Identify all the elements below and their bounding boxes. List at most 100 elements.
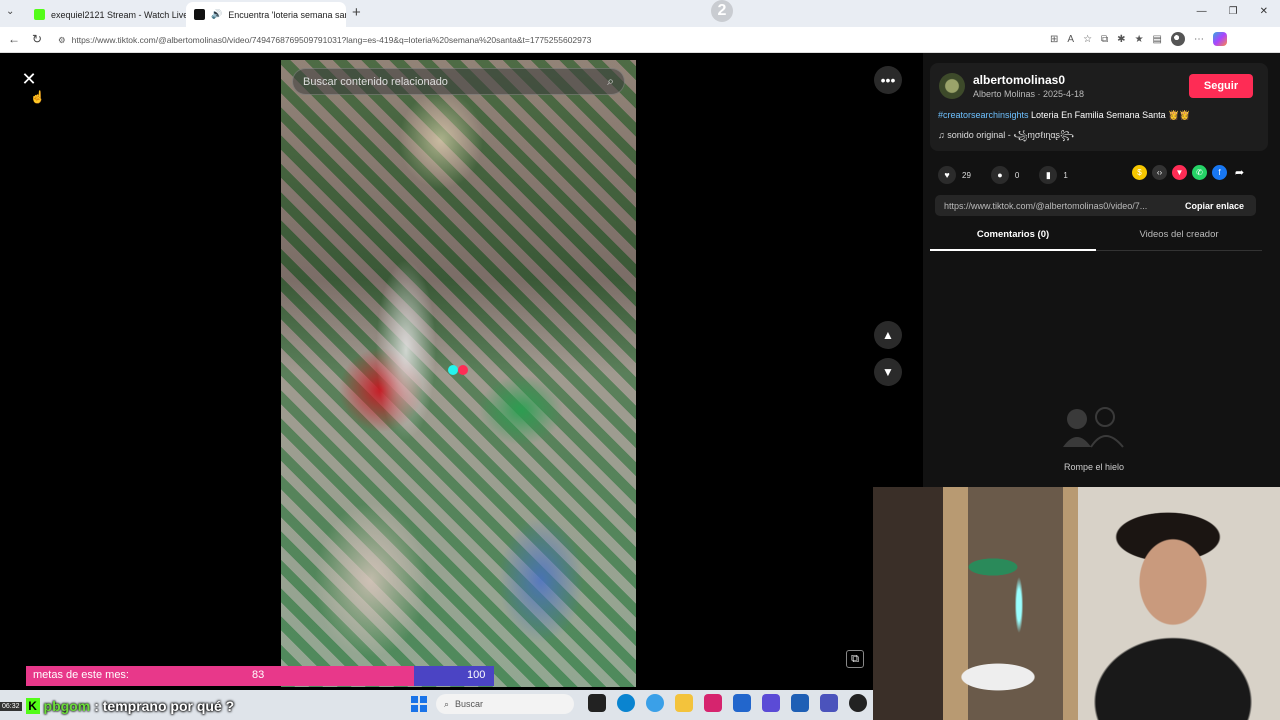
tab-comments[interactable]: Comentarios (0) <box>930 229 1096 251</box>
sound-prefix: sonido original - <box>947 130 1014 140</box>
remote-desktop-icon[interactable] <box>791 694 809 712</box>
picture-in-picture-icon[interactable]: ⧉ <box>846 650 864 668</box>
creator-avatar[interactable] <box>939 73 965 99</box>
new-tab-button[interactable]: + <box>352 4 361 21</box>
like-count: 29 <box>962 170 971 180</box>
send-to-friend-icon[interactable]: ▼ <box>1172 165 1187 180</box>
comment-count: 0 <box>1014 170 1020 180</box>
settings-more-icon[interactable]: ⋯ <box>1194 34 1204 45</box>
collections-icon[interactable]: ▤ <box>1153 34 1162 45</box>
post-date: 2025-4-18 <box>1043 89 1085 99</box>
chat-username: pbgom <box>43 698 91 714</box>
extensions-icon[interactable]: ✱ <box>1117 34 1125 45</box>
goal-current: 83 <box>252 669 265 681</box>
search-placeholder: Buscar contenido relacionado <box>303 75 448 88</box>
tab-tiktok[interactable]: 🔊 Encuentra 'loteria semana sant ✕ <box>186 2 346 27</box>
site-info-icon[interactable]: ⚙ <box>58 35 66 46</box>
kick-favicon-icon <box>34 9 45 20</box>
search-icon[interactable]: ⌕ <box>607 74 614 89</box>
obs-icon[interactable] <box>849 694 867 712</box>
goal-label: metas de este mes: <box>33 669 129 681</box>
copy-link-button[interactable]: Copiar enlace <box>1185 201 1256 211</box>
profile-avatar[interactable] <box>1170 32 1185 46</box>
mouse-pointer-icon: ☝ <box>30 90 45 104</box>
engagement-actions: ♥ 29 ● 0 ▮ 1 <box>938 166 1082 184</box>
sound-line[interactable]: ♫ sonido original - ꧁ɱσℓιɳαʂ꧂ <box>938 129 1074 147</box>
streamer-webcam <box>873 487 1280 720</box>
coin-gift-icon[interactable]: $ <box>1132 165 1147 180</box>
previous-video-button[interactable]: ▲ <box>874 321 902 349</box>
subline-separator: · <box>1035 89 1044 99</box>
translate-icon[interactable]: A <box>1067 34 1074 45</box>
back-arrow-icon[interactable]: ← <box>8 32 20 46</box>
kick-logo-icon: K <box>25 698 40 714</box>
speaker-icon[interactable]: 🔊 <box>211 9 222 20</box>
creator-display-name: Alberto Molinas <box>973 89 1036 99</box>
save-count: 1 <box>1063 170 1068 180</box>
embed-code-icon[interactable]: ‹› <box>1152 165 1167 180</box>
copilot-app-icon[interactable] <box>762 694 780 712</box>
loading-dot-cyan <box>448 365 458 375</box>
caption-text: Loteria En Familia Semana Santa 👸👸 <box>1028 110 1191 120</box>
taskbar-pinned-apps <box>588 694 867 712</box>
app-install-icon[interactable]: ⊞ <box>1050 34 1058 45</box>
goal-max: 100 <box>467 669 486 681</box>
creator-subline: Alberto Molinas · 2025-4-18 <box>973 89 1084 99</box>
share-row: $ ‹› ▼ ✆ f ➦ <box>1132 165 1247 180</box>
url-field[interactable]: ⚙ https://www.tiktok.com/@albertomolinas… <box>52 31 1038 49</box>
chat-message: : temprano por qué ? <box>94 698 235 714</box>
teams-icon[interactable] <box>820 694 838 712</box>
chat-overlay: 06:32 K pbgom : temprano por qué ? <box>0 693 234 719</box>
file-explorer-icon[interactable] <box>675 694 693 712</box>
follow-button[interactable]: Seguir <box>1189 74 1253 98</box>
copilot-icon[interactable] <box>1212 32 1227 46</box>
comment-bubble-icon[interactable]: ● <box>990 166 1009 184</box>
hashtag-link[interactable]: #creatorsearchinsights <box>938 110 1029 120</box>
loading-dot-red <box>458 365 468 375</box>
search-icon: ⌕ <box>444 698 450 709</box>
related-search-input[interactable]: Buscar contenido relacionado ⌕ <box>292 68 625 95</box>
tab-title: exequiel2121 Stream - Watch Live <box>51 9 186 20</box>
creator-username[interactable]: albertomolinas0 <box>973 73 1065 87</box>
video-link-text[interactable]: https://www.tiktok.com/@albertomolinas0/… <box>935 201 1170 211</box>
bookmark-icon[interactable]: ▮ <box>1039 166 1058 184</box>
next-video-button[interactable]: ▼ <box>874 358 902 386</box>
tab-actions-menu-icon[interactable]: ⌄ <box>6 6 14 17</box>
window-controls: — ❐ ✕ <box>1197 6 1268 17</box>
taskbar-search-placeholder: Buscar <box>455 699 484 709</box>
like-heart-icon[interactable]: ♥ <box>938 166 956 184</box>
instagram-icon[interactable] <box>704 694 722 712</box>
close-window-icon[interactable]: ✕ <box>1260 6 1268 17</box>
edge-dev-icon[interactable] <box>646 694 664 712</box>
tab-creator-videos[interactable]: Videos del creador <box>1096 229 1262 251</box>
music-note-icon: ♫ <box>938 130 945 140</box>
restore-icon[interactable]: ❐ <box>1229 6 1238 17</box>
close-video-button[interactable]: ✕ <box>20 70 38 88</box>
window-number-badge: 2 <box>711 0 733 22</box>
url-text: https://www.tiktok.com/@albertomolinas0/… <box>71 35 592 45</box>
copy-link-row: https://www.tiktok.com/@albertomolinas0/… <box>935 195 1256 216</box>
store-icon[interactable] <box>733 694 751 712</box>
windows-start-icon[interactable] <box>411 696 427 712</box>
minimize-icon[interactable]: — <box>1197 6 1207 17</box>
task-view-icon[interactable] <box>588 694 606 712</box>
empty-comments-text: Rompe el hielo <box>1064 462 1125 472</box>
browser-toolbar-icons: ⊞ A ☆ ⧉ ✱ ★ ▤ ⋯ <box>1050 32 1227 46</box>
favorites-icon[interactable]: ★ <box>1135 34 1144 45</box>
reload-icon[interactable]: ↻ <box>32 32 42 46</box>
edge-browser-icon[interactable] <box>617 694 635 712</box>
whatsapp-icon[interactable]: ✆ <box>1192 165 1207 180</box>
split-screen-icon[interactable]: ⧉ <box>1101 34 1108 45</box>
tiktok-favicon-icon <box>194 9 205 20</box>
post-caption: #creatorsearchinsights Loteria En Famili… <box>938 110 1191 121</box>
chat-time: 06:32 <box>0 701 22 711</box>
facebook-icon[interactable]: f <box>1212 165 1227 180</box>
favorite-star-icon[interactable]: ☆ <box>1083 34 1092 45</box>
more-options-button[interactable]: ••• <box>874 66 902 94</box>
tab-kick-stream[interactable]: exequiel2121 Stream - Watch Live ✕ <box>26 2 186 27</box>
empty-comments-illustration-icon <box>1063 407 1124 448</box>
share-arrow-icon[interactable]: ➦ <box>1232 165 1247 180</box>
tab-title: Encuentra 'loteria semana sant <box>228 9 346 20</box>
sound-author: ꧁ɱσℓιɳαʂ꧂ <box>1013 130 1075 140</box>
taskbar-search-input[interactable]: ⌕ Buscar <box>436 694 574 714</box>
